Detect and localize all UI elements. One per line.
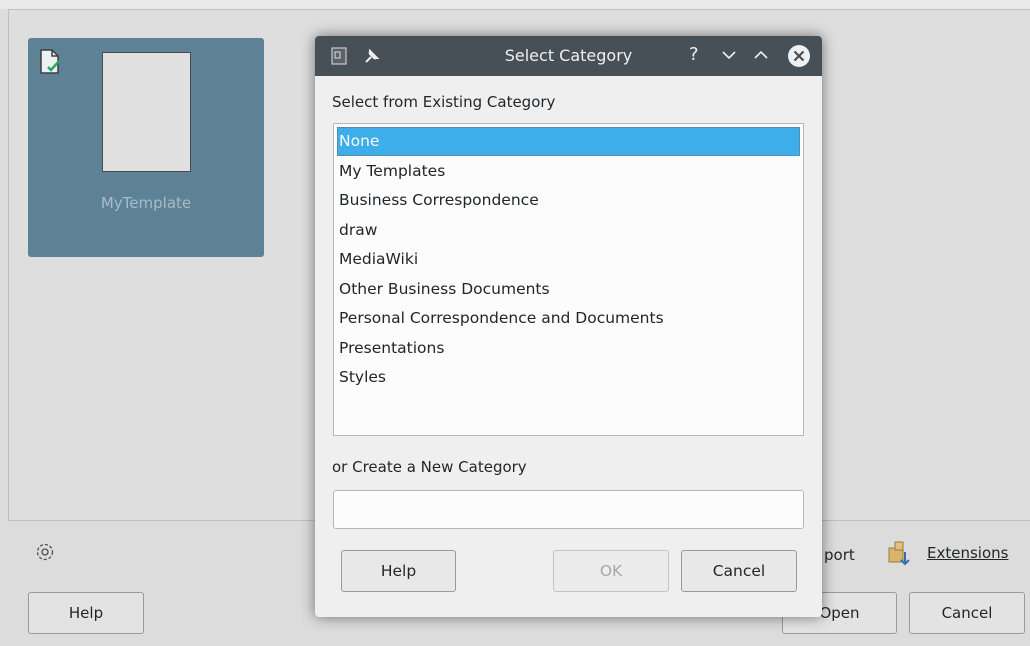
window-top-edge xyxy=(0,0,1030,9)
category-item[interactable]: Styles xyxy=(337,363,800,392)
import-button-label[interactable]: port xyxy=(824,546,855,564)
new-category-label: or Create a New Category xyxy=(332,458,527,476)
dialog-titlebar[interactable]: Select Category ? xyxy=(315,36,822,76)
category-item[interactable]: draw xyxy=(337,216,800,245)
template-name: MyTemplate xyxy=(100,194,192,212)
background-help-label: Help xyxy=(68,604,104,622)
settings-gear-icon[interactable] xyxy=(34,541,56,563)
cancel-button[interactable]: Cancel xyxy=(681,550,797,592)
background-cancel-label: Cancel xyxy=(941,604,993,622)
select-category-dialog: Select Category ? Select from Existing C… xyxy=(315,36,822,617)
extensions-label: Extensions xyxy=(927,544,1009,562)
template-thumbnail xyxy=(102,52,191,172)
ok-label: OK xyxy=(599,562,623,580)
close-icon[interactable] xyxy=(787,44,811,68)
template-document-icon xyxy=(40,49,60,74)
background-cancel-button[interactable]: Cancel xyxy=(909,592,1025,634)
category-item[interactable]: My Templates xyxy=(337,157,800,186)
extensions-puzzle-icon xyxy=(888,541,910,566)
category-item[interactable]: Business Correspondence xyxy=(337,186,800,215)
category-item[interactable]: Presentations xyxy=(337,334,800,363)
pin-icon[interactable] xyxy=(363,47,381,65)
template-tile[interactable]: MyTemplate xyxy=(28,38,264,257)
category-item[interactable]: Personal Correspondence and Documents xyxy=(337,304,800,333)
category-list[interactable]: None My Templates Business Correspondence d… xyxy=(333,123,804,436)
help-label: Help xyxy=(380,562,417,580)
dialog-title: Select Category xyxy=(504,46,633,65)
app-icon xyxy=(331,47,347,65)
background-help-button[interactable]: Help xyxy=(28,592,144,634)
context-help-icon[interactable]: ? xyxy=(689,44,699,65)
extensions-button[interactable]: Extensions xyxy=(885,540,1008,566)
maximize-icon[interactable] xyxy=(752,45,770,65)
cancel-label: Cancel xyxy=(712,562,766,580)
help-button[interactable]: Help xyxy=(341,550,456,592)
ok-button[interactable]: OK xyxy=(553,550,669,592)
new-category-input[interactable] xyxy=(333,490,804,529)
minimize-icon[interactable] xyxy=(720,45,738,65)
category-item[interactable]: Other Business Documents xyxy=(337,275,800,304)
category-item[interactable]: MediaWiki xyxy=(337,245,800,274)
existing-category-label: Select from Existing Category xyxy=(332,93,556,111)
category-item[interactable]: None xyxy=(337,127,800,156)
open-label: Open xyxy=(819,604,860,622)
